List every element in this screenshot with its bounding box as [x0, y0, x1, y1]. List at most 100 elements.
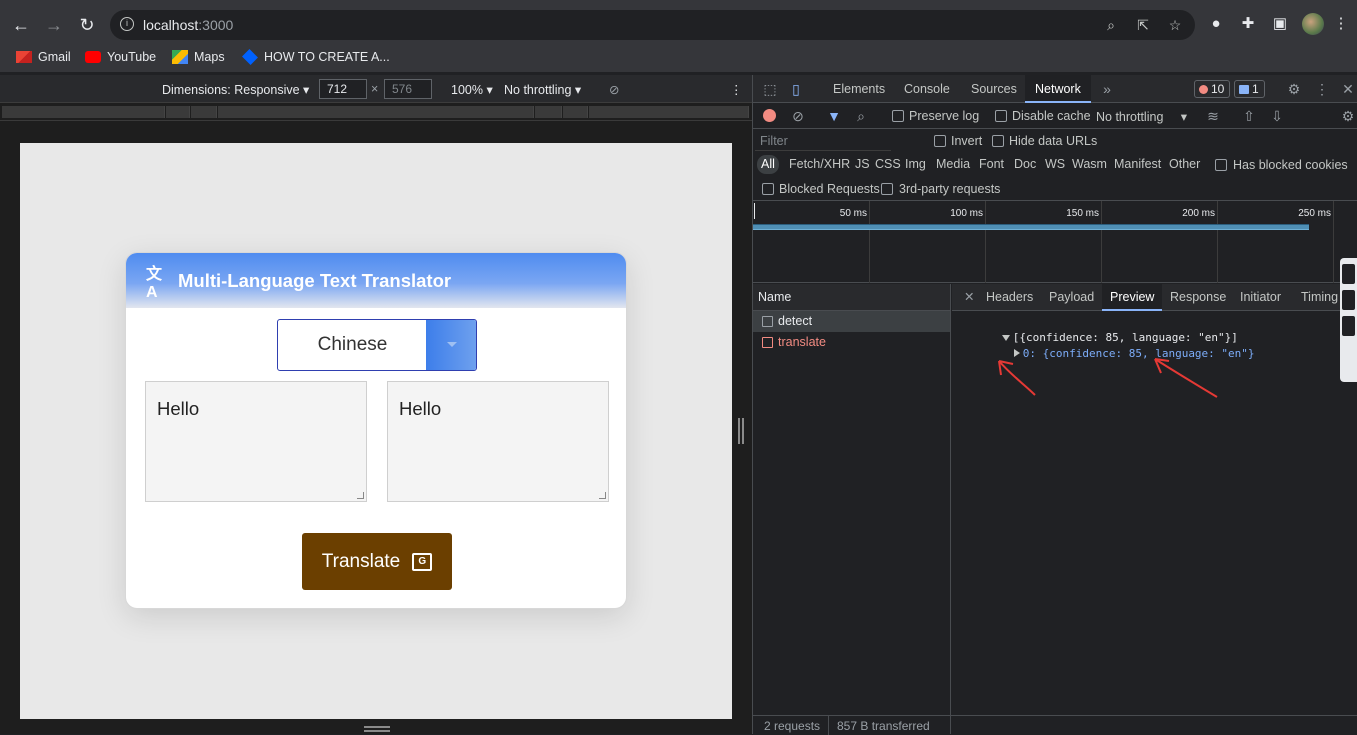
- viewport-bottom-resize-handle[interactable]: [364, 726, 390, 732]
- type-all[interactable]: All: [757, 155, 779, 174]
- invert-checkbox[interactable]: [934, 135, 946, 147]
- url-text[interactable]: localhost:3000: [143, 17, 233, 33]
- blocked-requests-checkbox[interactable]: [762, 183, 774, 195]
- floating-dock[interactable]: [1340, 258, 1357, 382]
- preserve-log-label: Preserve log: [909, 109, 980, 123]
- tab-elements[interactable]: Elements: [823, 75, 895, 103]
- tab-response[interactable]: Response: [1162, 284, 1234, 311]
- bookmark-maps[interactable]: Maps: [172, 49, 225, 65]
- share-icon[interactable]: ⇱: [1134, 16, 1152, 34]
- extensions-puzzle-icon[interactable]: ✚: [1238, 14, 1258, 34]
- zoom-dropdown[interactable]: 100% ▾: [451, 82, 493, 97]
- extension-circle-icon[interactable]: ●: [1206, 14, 1226, 34]
- type-manifest[interactable]: Manifest: [1111, 155, 1164, 174]
- export-har-icon[interactable]: ⇩: [1268, 107, 1286, 125]
- side-panel-icon[interactable]: ▣: [1270, 14, 1290, 34]
- disable-cache-checkbox[interactable]: [995, 110, 1007, 122]
- close-icon[interactable]: ✕: [1339, 80, 1357, 98]
- dropbox-icon: [242, 49, 258, 65]
- device-toggle-icon[interactable]: ▯: [787, 80, 805, 98]
- input-textarea[interactable]: Hello: [145, 381, 367, 502]
- message-badge[interactable]: 1: [1234, 80, 1265, 98]
- hide-data-urls-label: Hide data URLs: [1009, 134, 1098, 148]
- reload-icon[interactable]: ↻: [76, 14, 98, 36]
- invert-label: Invert: [951, 134, 983, 148]
- request-count: 2 requests: [764, 719, 821, 733]
- bookmark-star-icon[interactable]: ☆: [1166, 16, 1184, 34]
- type-font[interactable]: Font: [976, 155, 1007, 174]
- zoom-icon[interactable]: ⌕: [1102, 16, 1120, 34]
- tab-payload[interactable]: Payload: [1041, 284, 1102, 311]
- type-ws[interactable]: WS: [1042, 155, 1068, 174]
- tab-initiator[interactable]: Initiator: [1232, 284, 1289, 311]
- type-fetch-xhr[interactable]: Fetch/XHR: [786, 155, 853, 174]
- devtools-menu-icon[interactable]: ⋮: [1313, 80, 1331, 98]
- type-doc[interactable]: Doc: [1011, 155, 1039, 174]
- throttling-dropdown[interactable]: No throttling ▾: [504, 82, 581, 97]
- filter-icon[interactable]: ▼: [825, 107, 843, 125]
- app-title: Multi-Language Text Translator: [178, 269, 452, 291]
- name-column-header[interactable]: Name: [753, 284, 950, 311]
- more-tabs-icon[interactable]: »: [1098, 80, 1116, 98]
- tab-sources[interactable]: Sources: [961, 75, 1027, 103]
- rotate-icon[interactable]: ⊘: [609, 82, 619, 97]
- dock-panel-icon[interactable]: [1342, 290, 1355, 310]
- bookmark-gmail[interactable]: Gmail: [16, 49, 71, 65]
- language-select[interactable]: Chinese: [277, 319, 477, 371]
- height-input[interactable]: 576: [384, 79, 432, 99]
- translate-button[interactable]: Translate G: [302, 533, 452, 590]
- network-settings-icon[interactable]: ⚙: [1339, 107, 1357, 125]
- address-bar[interactable]: i localhost:3000 ⌕ ⇱ ☆: [110, 10, 1195, 40]
- tab-preview[interactable]: Preview: [1102, 284, 1163, 311]
- translate-button-label: Translate: [321, 550, 401, 572]
- tab-network[interactable]: Network: [1025, 75, 1091, 103]
- device-toolbar: Dimensions: Responsive ▾ 712 × 576 100% …: [0, 75, 752, 103]
- timeline-tick: [1333, 201, 1334, 283]
- search-icon[interactable]: ⌕: [852, 107, 870, 125]
- tab-console[interactable]: Console: [894, 75, 960, 103]
- hide-data-urls-checkbox[interactable]: [992, 135, 1004, 147]
- disable-cache-label: Disable cache: [1012, 109, 1091, 123]
- network-conditions-icon[interactable]: ≋: [1204, 107, 1222, 125]
- width-input[interactable]: 712: [319, 79, 367, 99]
- dock-settings-icon[interactable]: [1342, 316, 1355, 336]
- dock-camera-icon[interactable]: [1342, 264, 1355, 284]
- request-row-translate[interactable]: translate: [753, 332, 950, 353]
- bookmark-youtube[interactable]: YouTube: [85, 49, 156, 65]
- type-img[interactable]: Img: [902, 155, 929, 174]
- back-icon[interactable]: ←: [10, 14, 32, 36]
- type-js[interactable]: JS: [852, 155, 873, 174]
- site-info-icon[interactable]: i: [120, 17, 134, 31]
- has-blocked-cookies-checkbox[interactable]: [1215, 159, 1227, 171]
- type-other[interactable]: Other: [1166, 155, 1203, 174]
- third-party-checkbox[interactable]: [881, 183, 893, 195]
- tab-timing[interactable]: Timing: [1293, 284, 1346, 311]
- type-wasm[interactable]: Wasm: [1069, 155, 1110, 174]
- bookmark-how-to-create[interactable]: HOW TO CREATE A...: [242, 49, 390, 65]
- chevron-down-icon[interactable]: [426, 320, 476, 370]
- forward-icon[interactable]: →: [43, 14, 65, 36]
- transferred-size: 857 B transferred: [837, 719, 930, 733]
- tab-headers[interactable]: Headers: [978, 284, 1041, 311]
- request-row-detect[interactable]: detect: [753, 311, 950, 332]
- dimension-separator: ×: [371, 82, 379, 96]
- viewport-resize-handle[interactable]: [738, 418, 744, 444]
- preserve-log-checkbox[interactable]: [892, 110, 904, 122]
- inspect-icon[interactable]: ⬚: [761, 80, 779, 98]
- record-icon[interactable]: [763, 109, 776, 122]
- error-icon: [1199, 84, 1208, 94]
- menu-kebab-icon[interactable]: ⋮: [1331, 14, 1351, 34]
- profile-avatar[interactable]: [1302, 13, 1324, 35]
- settings-gear-icon[interactable]: ⚙: [1285, 80, 1303, 98]
- import-har-icon[interactable]: ⇧: [1240, 107, 1258, 125]
- filter-input[interactable]: Filter: [755, 131, 891, 151]
- type-css[interactable]: CSS: [872, 155, 904, 174]
- request-type-icon: [762, 337, 773, 348]
- type-media[interactable]: Media: [933, 155, 973, 174]
- output-textarea[interactable]: Hello: [387, 381, 609, 502]
- clear-icon[interactable]: ⊘: [789, 107, 807, 125]
- network-throttling-dropdown[interactable]: No throttling ▾: [1096, 109, 1187, 124]
- dimensions-dropdown[interactable]: Dimensions: Responsive ▾: [162, 82, 309, 97]
- error-badge[interactable]: 10: [1194, 80, 1231, 98]
- device-menu-icon[interactable]: ⋮: [730, 82, 743, 97]
